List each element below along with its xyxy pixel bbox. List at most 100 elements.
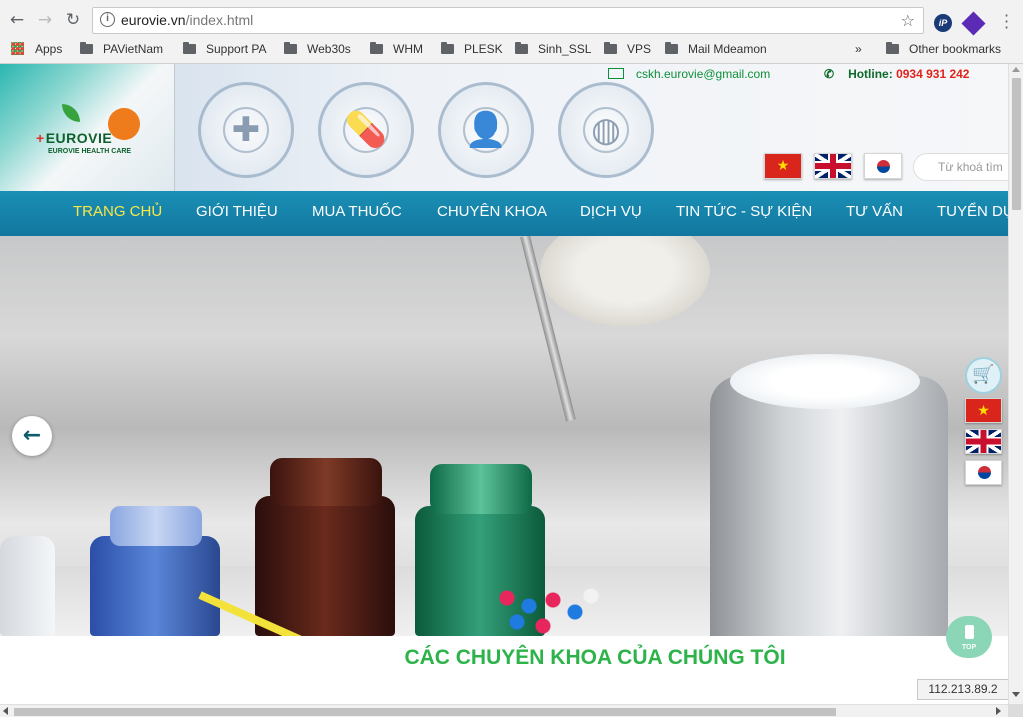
url-host: eurovie.vn (121, 12, 186, 28)
pill-icon: 💊 (318, 82, 414, 178)
nav-item-services[interactable]: DỊCH VỤ (580, 203, 642, 220)
logo-emblem-icon (108, 108, 140, 140)
leaf-icon (62, 104, 80, 122)
browser-menu-icon[interactable]: · · · (1004, 8, 1009, 36)
globe-icon: ◍ (558, 82, 654, 178)
doctor-icon: 👤 (438, 82, 534, 178)
hero-swabs (495, 586, 605, 636)
nav-item-news[interactable]: TIN TỨC - SỰ KIỆN (676, 203, 812, 220)
logo-tagline: EUROVIE HEALTH CARE (48, 148, 132, 155)
medical-cross-icon: ✚ (198, 82, 294, 178)
horizontal-scroll-thumb[interactable] (14, 708, 836, 716)
hero-glove (540, 236, 710, 326)
folder-icon (441, 42, 454, 54)
other-bookmarks[interactable]: Other bookmarks (886, 41, 1001, 57)
address-text[interactable]: eurovie.vn/index.html (121, 12, 253, 28)
phone-icon: ✆ (824, 67, 835, 81)
hero-cotton (730, 354, 920, 409)
nav-item-about[interactable]: GIỚI THIỆU (196, 203, 278, 220)
contact-hotline[interactable]: ✆ Hotline: 0934 931 242 (824, 67, 969, 81)
flag-kr-icon[interactable] (864, 153, 902, 179)
slider-prev-arrow-icon[interactable]: ← (12, 416, 52, 456)
logo[interactable]: EUROVIE EUROVIE HEALTH CARE (36, 104, 148, 160)
bookmark-whm[interactable]: WHM (370, 41, 423, 57)
bookmark-label: WHM (393, 42, 423, 56)
website-viewport: EUROVIE EUROVIE HEALTH CARE ✚ 💊 👤 ◍ cskh… (0, 64, 1008, 704)
hotline-number: 0934 931 242 (896, 67, 970, 81)
bookmark-label: Web30s (307, 42, 351, 56)
folder-icon (886, 42, 899, 54)
bookmark-label: Apps (35, 42, 63, 56)
vertical-scroll-thumb[interactable] (1012, 78, 1021, 210)
scroll-down-arrow-icon[interactable] (1012, 692, 1020, 697)
back-to-top-button[interactable]: TOP (946, 616, 992, 658)
back-arrow-icon[interactable]: ← (6, 9, 28, 31)
bookmark-sinh-ssl[interactable]: Sinh_SSL (515, 41, 591, 57)
url-path: /index.html (185, 12, 254, 28)
bookmark-label: VPS (627, 42, 652, 56)
flag-uk-icon[interactable] (814, 153, 852, 179)
address-bar[interactable]: i eurovie.vn/index.html ☆ (92, 7, 924, 34)
status-ip-tooltip: 112.213.89.2 (917, 679, 1009, 700)
bookmark-label: PAVietNam (103, 42, 164, 56)
bookmark-support-pa[interactable]: Support PA (183, 41, 266, 57)
bookmark-label: PLESK (464, 42, 503, 56)
nav-item-consult[interactable]: TƯ VẤN (846, 203, 903, 220)
folder-icon (183, 42, 196, 54)
bookmark-web30s[interactable]: Web30s (284, 41, 351, 57)
folder-icon (665, 42, 678, 54)
bookmark-pavietnam[interactable]: PAVietNam (80, 41, 163, 57)
float-flag-uk-icon[interactable] (965, 429, 1002, 454)
flag-vn-icon[interactable]: ★ (764, 153, 802, 179)
hero-canister (710, 376, 948, 636)
section-title: CÁC CHUYÊN KHOA CỦA CHÚNG TÔI (404, 646, 786, 669)
folder-icon (80, 42, 93, 54)
email-text: cskh.eurovie@gmail.com (636, 67, 771, 81)
folder-icon (515, 42, 528, 54)
scroll-up-arrow-icon[interactable] (1012, 67, 1020, 72)
bookmark-vps[interactable]: VPS (604, 41, 651, 57)
scroll-right-arrow-icon[interactable] (996, 707, 1001, 715)
hero-bottle-blue (90, 536, 220, 636)
contact-email[interactable]: cskh.eurovie@gmail.com (608, 67, 770, 81)
bookmark-label: Sinh_SSL (538, 42, 592, 56)
bookmark-plesk[interactable]: PLESK (441, 41, 503, 57)
hero-bottle-brown (255, 496, 395, 636)
folder-icon (284, 42, 297, 54)
extension-diamond-icon[interactable] (961, 11, 986, 36)
forward-arrow-icon[interactable]: → (34, 9, 56, 31)
horizontal-scrollbar[interactable] (0, 704, 1008, 717)
main-nav: TRANG CHỦ GIỚI THIỆU MUA THUỐC CHUYÊN KH… (0, 191, 1008, 236)
nav-item-buy-medicine[interactable]: MUA THUỐC (312, 203, 402, 220)
other-bookmarks-label: Other bookmarks (909, 42, 1002, 56)
ip-extension-icon[interactable]: iP (934, 14, 952, 32)
cart-icon[interactable]: 🛒 (965, 357, 1002, 394)
star-icon[interactable]: ☆ (901, 11, 915, 30)
vertical-scrollbar[interactable] (1008, 64, 1023, 704)
float-flag-vn-icon[interactable]: ★ (965, 398, 1002, 423)
nav-item-recruitment[interactable]: TUYỂN DỤ (937, 203, 1008, 220)
hero-bottle-green-neck (430, 464, 532, 514)
bookmark-label: Support PA (206, 42, 267, 56)
hero-bottle-brown-neck (270, 458, 382, 506)
browser-chrome: ← → ↻ i eurovie.vn/index.html ☆ iP · · · A… (0, 0, 1023, 64)
reload-icon[interactable]: ↻ (62, 9, 84, 31)
search-input[interactable]: Từ khoá tìm (913, 153, 1008, 181)
hero-bottle-white (0, 536, 55, 636)
info-icon[interactable]: i (100, 12, 115, 27)
folder-icon (370, 42, 383, 54)
hero-slider[interactable]: ← (0, 236, 1008, 636)
browser-toolbar: ← → ↻ i eurovie.vn/index.html ☆ iP · · · (0, 4, 1023, 36)
float-flag-kr-icon[interactable] (965, 460, 1002, 485)
apps-grid-icon (11, 42, 24, 55)
bookmark-mail-mdeamon[interactable]: Mail Mdeamon (665, 41, 767, 57)
nav-item-specialties[interactable]: CHUYÊN KHOA (437, 203, 547, 220)
bookmark-label: Mail Mdeamon (688, 42, 767, 56)
hero-bottle-blue-neck (110, 506, 202, 546)
logo-name: EUROVIE (36, 130, 112, 146)
bookmark-apps[interactable]: Apps (11, 41, 62, 57)
scroll-left-arrow-icon[interactable] (3, 707, 8, 715)
mail-icon (608, 68, 624, 79)
bookmarks-overflow-button[interactable]: » (855, 41, 862, 57)
nav-item-home[interactable]: TRANG CHỦ (73, 203, 162, 220)
